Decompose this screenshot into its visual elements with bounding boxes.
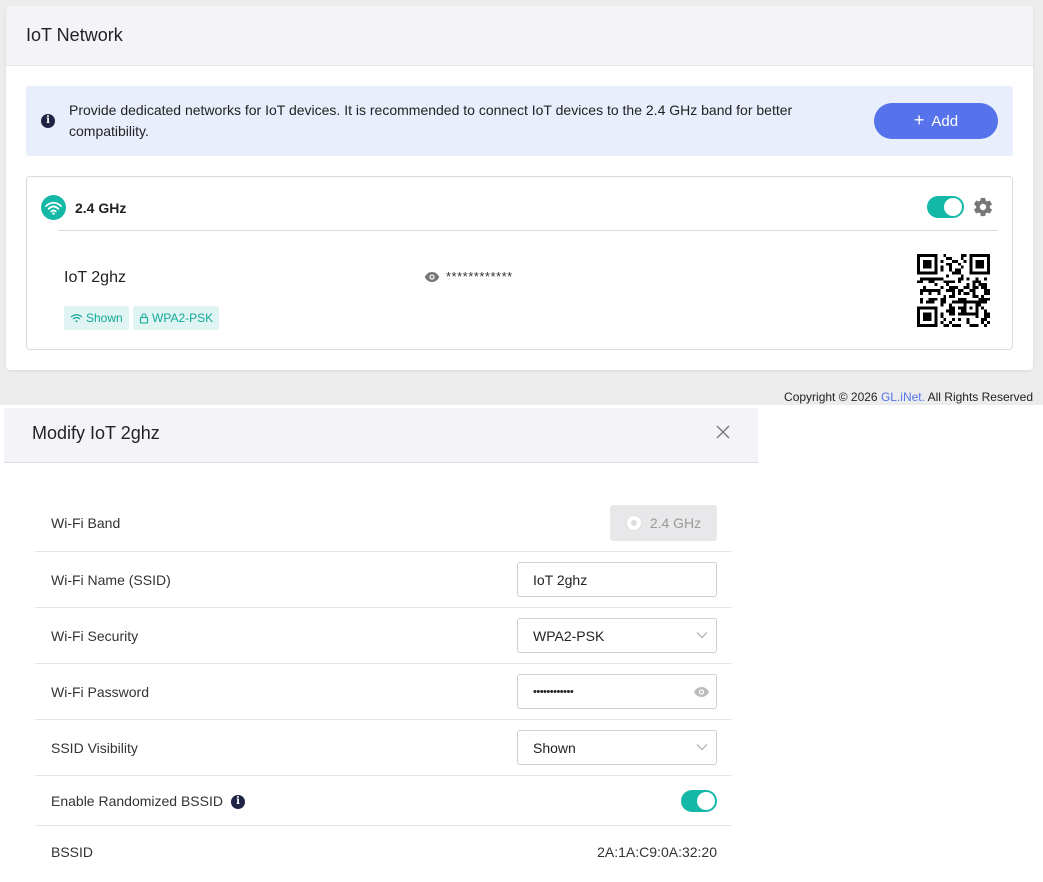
chevron-down-icon — [696, 632, 708, 639]
ssid-label: Wi-Fi Name (SSID) — [51, 572, 171, 588]
copyright-suffix: All Rights Reserved — [927, 390, 1033, 404]
security-tag: WPA2-PSK — [133, 306, 220, 330]
chevron-down-icon — [696, 744, 708, 751]
close-icon[interactable] — [715, 424, 731, 440]
randomized-label: Enable Randomized BSSID — [51, 793, 223, 809]
ssid-value: IoT 2ghz — [533, 571, 588, 588]
bssid-value: 2A:1A:C9:0A:32:20 — [597, 844, 717, 860]
info-notice: i Provide dedicated networks for IoT dev… — [26, 86, 1013, 156]
lock-icon — [139, 312, 149, 324]
security-value: WPA2-PSK — [533, 627, 605, 644]
visibility-label: SSID Visibility — [51, 740, 138, 756]
ssid-input[interactable]: IoT 2ghz — [517, 562, 717, 597]
add-button[interactable]: + Add — [874, 103, 998, 139]
info-icon[interactable]: i — [231, 795, 245, 810]
password-field[interactable]: •••••••••••• — [517, 674, 717, 709]
plus-icon: + — [913, 110, 925, 130]
visibility-select[interactable]: Shown — [517, 730, 717, 765]
security-select[interactable]: WPA2-PSK — [517, 618, 717, 653]
form-row-bssid: BSSID 2A:1A:C9:0A:32:20 — [35, 826, 732, 882]
wifi-icon — [41, 195, 66, 220]
modal-title: Modify IoT 2ghz — [32, 423, 160, 443]
password-label: Wi-Fi Password — [51, 684, 150, 700]
iot-network-card: IoT Network i Provide dedicated networks… — [6, 6, 1033, 370]
ssid-name: IoT 2ghz — [64, 269, 126, 286]
tag-label: Shown — [86, 311, 123, 325]
password-mask: ************ — [446, 269, 513, 284]
band-panel: 2.4 GHz IoT 2ghz ************ Shown WPA2… — [26, 176, 1013, 350]
copyright-prefix: Copyright © 2026 — [784, 390, 878, 404]
randomized-label-wrap: Enable Randomized BSSID i — [51, 793, 245, 810]
divider — [58, 230, 998, 231]
form-row-ssid: Wi-Fi Name (SSID) IoT 2ghz — [35, 552, 732, 608]
band-label: 2.4 GHz — [75, 199, 127, 216]
qr-code — [917, 254, 990, 327]
tag-label: WPA2-PSK — [152, 311, 214, 325]
copyright: Copyright © 2026 GL.iNet. All Rights Res… — [784, 390, 1033, 404]
password-value: •••••••••••• — [533, 685, 574, 698]
security-label: Wi-Fi Security — [51, 628, 139, 644]
bssid-label: BSSID — [51, 844, 94, 860]
form-row-password: Wi-Fi Password •••••••••••• — [35, 664, 732, 720]
visibility-tag: Shown — [64, 306, 129, 330]
visibility-value: Shown — [533, 739, 576, 756]
randomized-bssid-toggle[interactable] — [681, 790, 717, 812]
info-icon: i — [41, 114, 55, 128]
form-row-band: Wi-Fi Band 2.4 GHz — [35, 496, 732, 552]
band-label: Wi-Fi Band — [51, 515, 121, 531]
card-header: IoT Network — [6, 6, 1033, 66]
notice-text: Provide dedicated networks for IoT devic… — [69, 102, 793, 139]
toggle-knob — [697, 792, 715, 810]
form-row-security: Wi-Fi Security WPA2-PSK — [35, 608, 732, 664]
eye-icon[interactable] — [424, 271, 440, 283]
wifi-icon — [70, 314, 83, 323]
page-title: IoT Network — [26, 25, 123, 45]
radio-icon — [625, 515, 642, 531]
add-button-label: Add — [931, 112, 959, 130]
modal-header: Modify IoT 2ghz — [4, 408, 758, 463]
gear-icon[interactable] — [972, 196, 994, 218]
brand-link[interactable]: GL.iNet. — [881, 390, 925, 404]
band-enable-toggle[interactable] — [927, 196, 964, 218]
eye-icon[interactable] — [693, 686, 710, 698]
form-row-randomized-bssid: Enable Randomized BSSID i — [35, 776, 732, 826]
band-option: 2.4 GHz — [610, 505, 717, 541]
toggle-knob — [944, 198, 962, 216]
form-row-visibility: SSID Visibility Shown — [35, 720, 732, 776]
band-value: 2.4 GHz — [649, 515, 702, 531]
band-header: 2.4 GHz — [41, 195, 126, 220]
